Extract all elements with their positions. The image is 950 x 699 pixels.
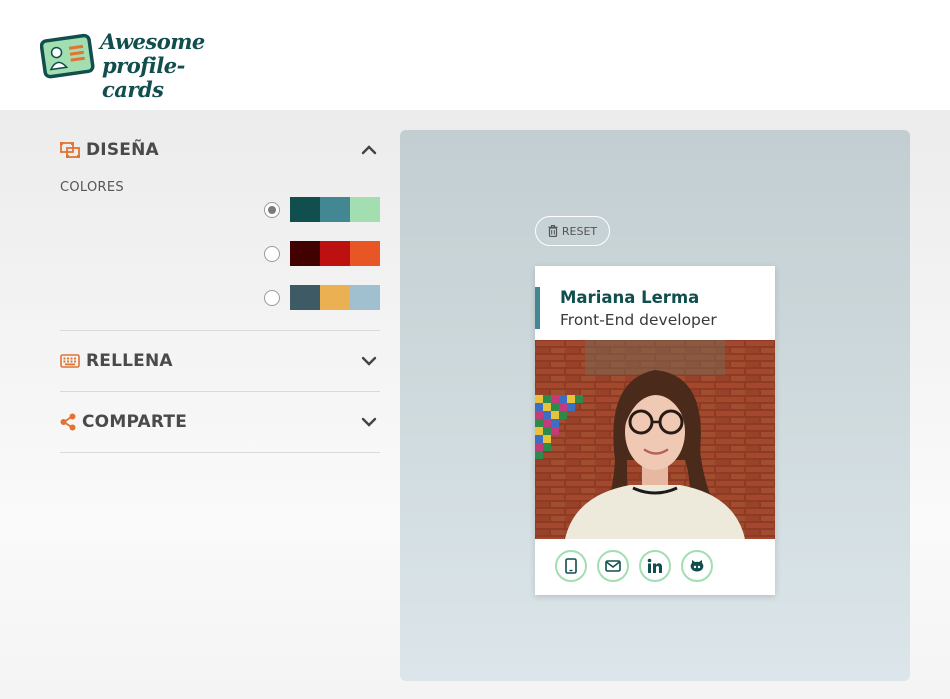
palette-option-2[interactable]	[264, 241, 380, 266]
divider	[60, 452, 380, 453]
trash-icon	[548, 225, 558, 237]
logo-text: Awesome profile-cards	[100, 30, 240, 102]
linkedin-link[interactable]	[639, 550, 671, 582]
github-icon	[690, 560, 704, 572]
card-name: Mariana Lerma	[560, 288, 700, 307]
chevron-up-icon[interactable]	[360, 141, 378, 159]
profile-photo	[535, 340, 775, 539]
swatch	[320, 197, 350, 222]
logo-line-2: profile-cards	[102, 53, 185, 102]
keyboard-icon	[60, 352, 82, 370]
card-accent-bar	[535, 287, 540, 329]
card-job: Front-End developer	[560, 311, 717, 329]
section-fill-title: RELLENA	[86, 351, 173, 371]
email-link[interactable]	[597, 550, 629, 582]
logo-line-1: Awesome	[100, 29, 205, 54]
palette-list	[60, 197, 380, 310]
palette-option-3[interactable]	[264, 285, 380, 310]
editor-panel: DISEÑA COLORES RELLENA COMPARTE	[60, 130, 380, 453]
header: Awesome profile-cards	[0, 0, 950, 110]
mobile-link[interactable]	[555, 550, 587, 582]
palette-option-1[interactable]	[264, 197, 380, 222]
card-preview-area: RESET Mariana Lerma Front-End developer	[400, 130, 910, 681]
swatch	[350, 241, 380, 266]
colors-label: COLORES	[60, 180, 124, 195]
swatch	[350, 285, 380, 310]
social-links	[555, 550, 713, 582]
object-group-icon	[60, 141, 82, 159]
reset-button[interactable]: RESET	[535, 216, 610, 246]
swatch	[290, 241, 320, 266]
swatch	[290, 285, 320, 310]
section-share-header[interactable]: COMPARTE	[60, 402, 380, 442]
card-header: Mariana Lerma Front-End developer	[535, 266, 775, 340]
mobile-icon	[565, 558, 577, 574]
divider	[60, 391, 380, 392]
palette-radio-1[interactable]	[264, 201, 280, 218]
chevron-down-icon[interactable]	[360, 352, 378, 370]
chevron-down-icon[interactable]	[360, 413, 378, 431]
envelope-icon	[605, 560, 621, 572]
swatch	[320, 285, 350, 310]
profile-card: Mariana Lerma Front-End developer	[535, 266, 775, 595]
logo[interactable]: Awesome profile-cards	[40, 28, 240, 102]
palette-radio-3[interactable]	[264, 289, 280, 306]
swatch	[320, 241, 350, 266]
palette-radio-2[interactable]	[264, 245, 280, 262]
id-card-icon	[40, 33, 95, 79]
section-share-title: COMPARTE	[82, 412, 188, 432]
section-design-title: DISEÑA	[86, 140, 159, 160]
swatch	[350, 197, 380, 222]
github-link[interactable]	[681, 550, 713, 582]
divider	[60, 330, 380, 331]
share-icon	[60, 413, 80, 431]
swatch	[290, 197, 320, 222]
reset-label: RESET	[561, 224, 598, 238]
linkedin-icon	[647, 558, 662, 573]
section-fill-header[interactable]: RELLENA	[60, 341, 380, 381]
section-design-header[interactable]: DISEÑA	[60, 130, 380, 170]
